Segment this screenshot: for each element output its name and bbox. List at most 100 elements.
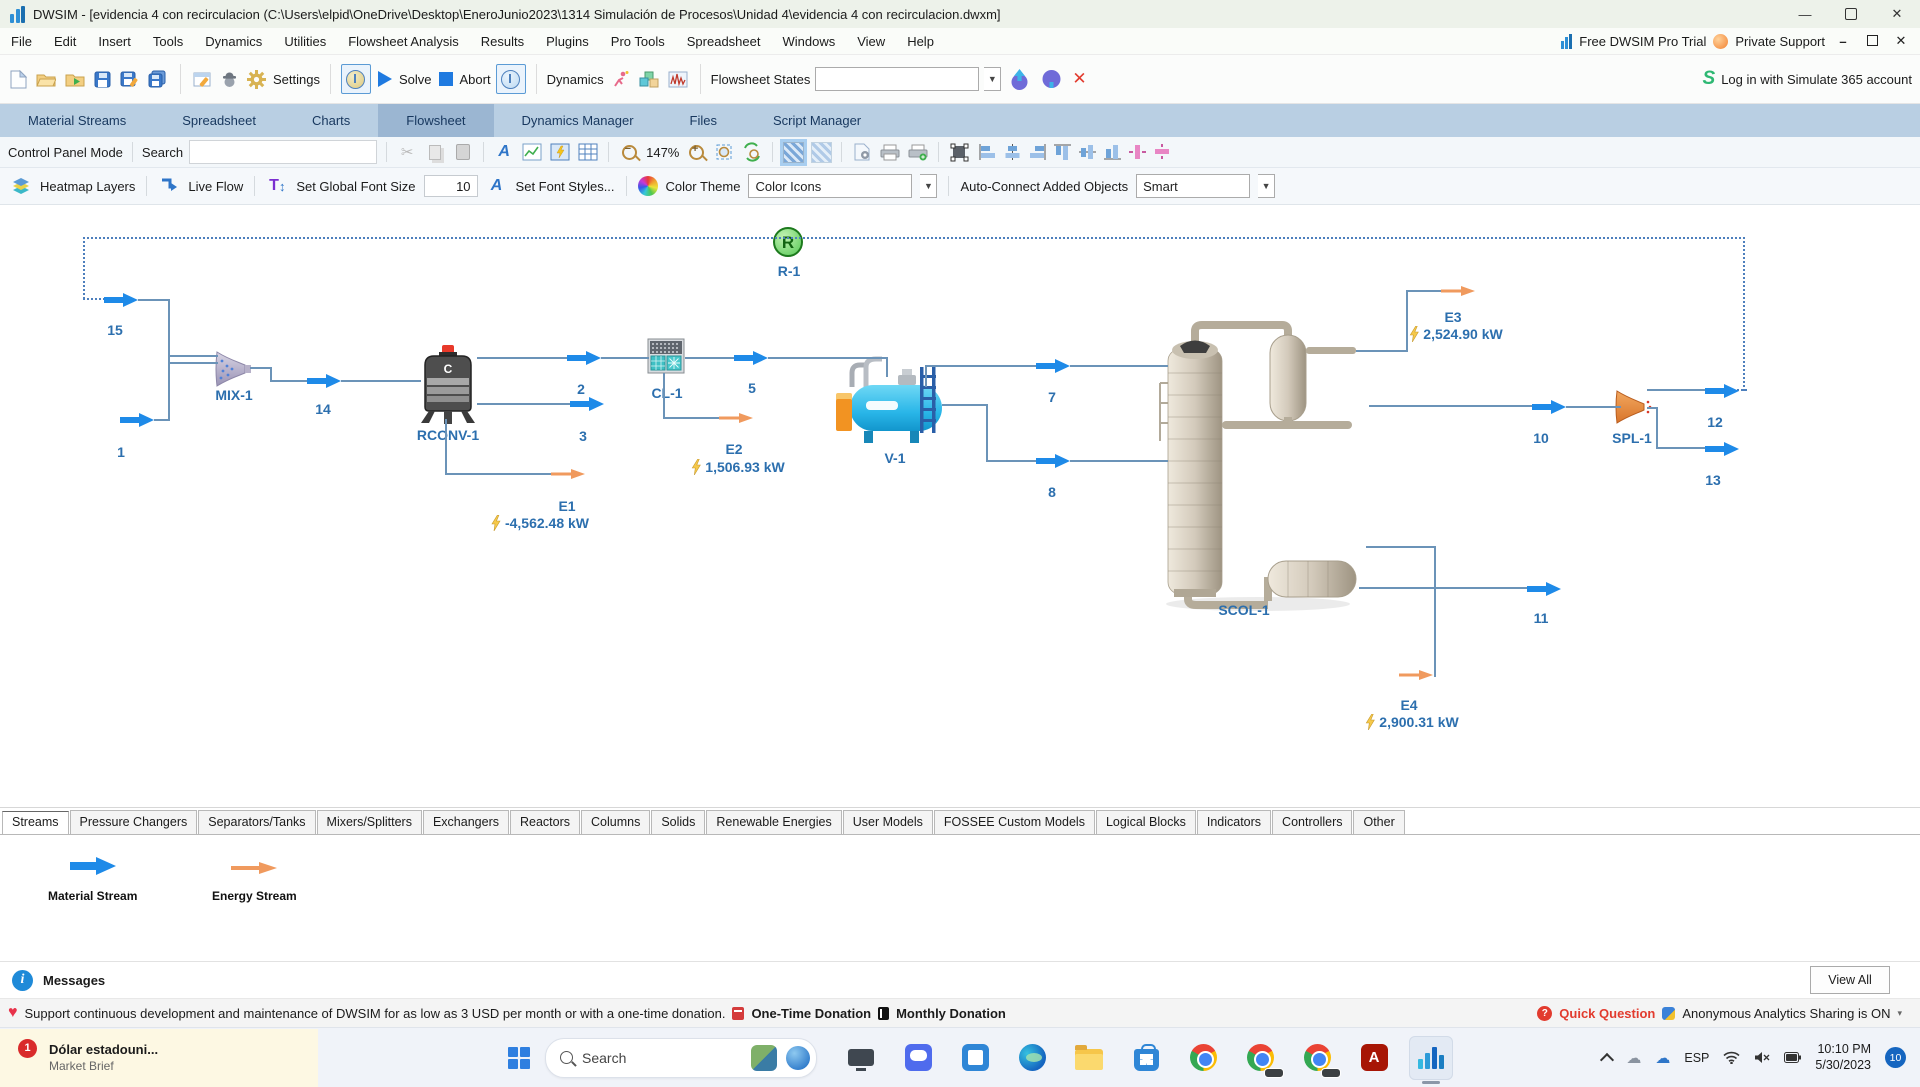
cut-icon[interactable]: ✂: [396, 141, 418, 163]
quick-question-link[interactable]: Quick Question: [1559, 1006, 1655, 1021]
material-stream-10-arrow[interactable]: [1532, 400, 1566, 414]
battery-icon[interactable]: [1784, 1052, 1801, 1063]
material-stream-2-label[interactable]: 2: [577, 381, 585, 397]
copy-icon[interactable]: [424, 141, 446, 163]
dynamics-run-icon[interactable]: [609, 64, 632, 94]
color-theme-select[interactable]: Color Icons: [748, 174, 912, 198]
taskbar-clock[interactable]: 10:10 PM 5/30/2023: [1815, 1042, 1871, 1073]
energy-stream-E2-arrow[interactable]: [719, 412, 753, 424]
zoom-refresh-icon[interactable]: [741, 141, 763, 163]
font-icon[interactable]: A: [493, 141, 515, 163]
tab-charts[interactable]: Charts: [284, 104, 378, 137]
taskbar-app-monitor-0[interactable]: [839, 1036, 883, 1080]
palette-tab-indicators[interactable]: Indicators: [1197, 810, 1271, 834]
print-icon[interactable]: [879, 141, 901, 163]
master-table-icon[interactable]: [549, 141, 571, 163]
material-stream-14-arrow[interactable]: [307, 374, 341, 388]
flash-separator-unit[interactable]: [836, 349, 954, 445]
menu-dynamics[interactable]: Dynamics: [194, 34, 273, 49]
material-stream-15-label[interactable]: 15: [107, 322, 123, 338]
taskbar-app-store-5[interactable]: [1124, 1036, 1168, 1080]
align-bottom-icon[interactable]: [1101, 141, 1123, 163]
palette-tab-pressure-changers[interactable]: Pressure Changers: [70, 810, 198, 834]
heatmap-layers-button[interactable]: Heatmap Layers: [40, 179, 135, 194]
analytics-toggle[interactable]: Anonymous Analytics Sharing is ON: [1682, 1006, 1890, 1021]
autoconnect-caret[interactable]: ▼: [1258, 174, 1275, 198]
add-chart-icon[interactable]: [521, 141, 543, 163]
align-right-icon[interactable]: [1026, 141, 1048, 163]
onedrive-icon[interactable]: ☁: [1626, 1049, 1641, 1067]
paste-icon[interactable]: [452, 141, 474, 163]
menu-insert[interactable]: Insert: [87, 34, 142, 49]
energy-stream-E2-label[interactable]: E2: [725, 441, 742, 457]
mixer-label[interactable]: MIX-1: [215, 387, 252, 403]
notification-toast[interactable]: 1 Dólar estadouni... Market Brief: [0, 1029, 318, 1087]
align-middle-v-icon[interactable]: [1076, 141, 1098, 163]
menu-help[interactable]: Help: [896, 34, 945, 49]
menu-view[interactable]: View: [846, 34, 896, 49]
palette-tab-renewable-energies[interactable]: Renewable Energies: [706, 810, 841, 834]
material-stream-13-arrow[interactable]: [1705, 442, 1739, 456]
energy-stream-E4-arrow[interactable]: [1399, 669, 1433, 681]
recycle-block[interactable]: R: [773, 227, 803, 257]
material-stream-11-arrow[interactable]: [1527, 582, 1561, 596]
table-icon[interactable]: [577, 141, 599, 163]
material-stream-13-label[interactable]: 13: [1705, 472, 1721, 488]
material-stream-8-label[interactable]: 8: [1048, 484, 1056, 500]
view-all-button[interactable]: View All: [1810, 966, 1890, 994]
material-stream-1-arrow[interactable]: [120, 413, 154, 427]
close-button[interactable]: ✕: [1874, 0, 1920, 28]
material-stream-5-arrow[interactable]: [734, 351, 768, 365]
material-stream-1-label[interactable]: 1: [117, 444, 125, 460]
align-left-icon[interactable]: [976, 141, 998, 163]
bing-image-icon[interactable]: [751, 1045, 777, 1071]
material-stream-7-arrow[interactable]: [1036, 359, 1070, 373]
taskbar-app-blueapp-2[interactable]: [953, 1036, 997, 1080]
palette-energy-stream[interactable]: Energy Stream: [212, 861, 297, 903]
solve-hold-toggle[interactable]: [341, 64, 371, 94]
settings-button[interactable]: Settings: [273, 72, 320, 87]
dynamics-label[interactable]: Dynamics: [547, 72, 604, 87]
taskbar-app-chrome-6[interactable]: [1181, 1036, 1225, 1080]
conversion-reactor-label[interactable]: RCONV-1: [417, 427, 479, 443]
tab-script-manager[interactable]: Script Manager: [745, 104, 889, 137]
palette-tab-separators-tanks[interactable]: Separators/Tanks: [198, 810, 315, 834]
distribute-v-icon[interactable]: [1151, 141, 1173, 163]
palette-tab-streams[interactable]: Streams: [2, 811, 69, 835]
material-stream-11-label[interactable]: 11: [1534, 610, 1549, 626]
tab-material-streams[interactable]: Material Streams: [0, 104, 154, 137]
restore-state-button[interactable]: [1038, 64, 1065, 94]
settings-gear-icon[interactable]: [245, 64, 268, 94]
dynamics-models-icon[interactable]: [637, 64, 661, 94]
flowsheet-states-select[interactable]: [815, 67, 979, 91]
zoom-out-icon[interactable]: −: [618, 141, 640, 163]
tab-flowsheet[interactable]: Flowsheet: [378, 104, 493, 137]
mdi-restore-button[interactable]: [1861, 34, 1883, 49]
analytics-caret-icon[interactable]: ▾: [1897, 1008, 1902, 1019]
align-top-icon[interactable]: [1051, 141, 1073, 163]
abort-button[interactable]: Abort: [460, 72, 491, 87]
zoom-in-icon[interactable]: +: [685, 141, 707, 163]
palette-tab-columns[interactable]: Columns: [581, 810, 650, 834]
zoom-fit-icon[interactable]: [713, 141, 735, 163]
taskbar-search[interactable]: Search: [545, 1038, 817, 1078]
distillation-column-unit[interactable]: [1158, 321, 1363, 613]
flash-separator-label[interactable]: V-1: [884, 450, 905, 466]
menu-tools[interactable]: Tools: [142, 34, 194, 49]
material-stream-3-label[interactable]: 3: [579, 428, 587, 444]
palette-tab-controllers[interactable]: Controllers: [1272, 810, 1352, 834]
tab-spreadsheet[interactable]: Spreadsheet: [154, 104, 284, 137]
menu-results[interactable]: Results: [470, 34, 535, 49]
menu-spreadsheet[interactable]: Spreadsheet: [676, 34, 772, 49]
restore-button[interactable]: [1828, 0, 1874, 28]
material-stream-7-label[interactable]: 7: [1048, 389, 1056, 405]
distillation-column-label[interactable]: SCOL-1: [1218, 602, 1269, 618]
solve-button[interactable]: Solve: [399, 72, 432, 87]
taskbar-app-teams-1[interactable]: [896, 1036, 940, 1080]
mdi-minimize-button[interactable]: –: [1832, 34, 1854, 49]
save-as-button[interactable]: [118, 64, 141, 94]
conversion-reactor-unit[interactable]: C: [419, 345, 477, 425]
material-stream-14-label[interactable]: 14: [315, 401, 331, 417]
solve-icon[interactable]: [376, 64, 394, 94]
start-button[interactable]: [508, 1047, 529, 1068]
